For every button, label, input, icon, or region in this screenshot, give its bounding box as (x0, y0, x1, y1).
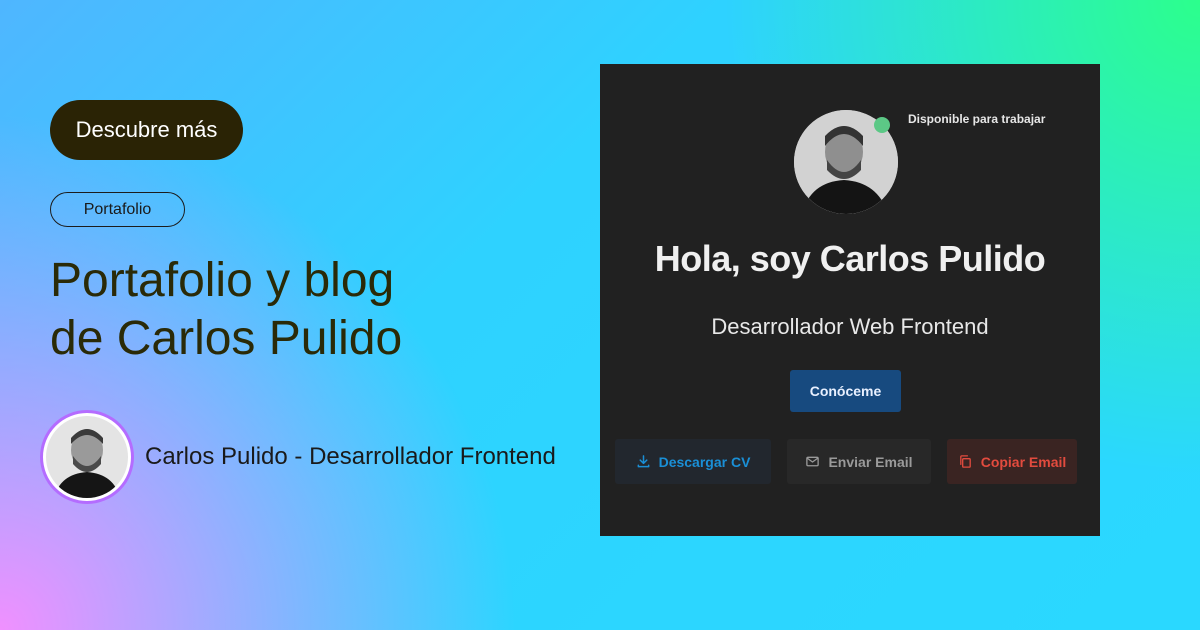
portfolio-preview-card: Disponible para trabajar Hola, soy Carlo… (600, 64, 1100, 536)
role-subtitle: Desarrollador Web Frontend (711, 314, 989, 339)
author-info: Carlos Pulido - Desarrollador Frontend (43, 413, 556, 501)
download-cv-button[interactable]: Descargar CV (615, 439, 771, 484)
greeting-heading: Hola, soy Carlos Pulido (654, 238, 1046, 279)
download-icon (637, 455, 649, 468)
download-cv-label: Descargar CV (658, 453, 751, 470)
title-line-2: de Carlos Pulido (50, 312, 403, 365)
send-email-button[interactable]: Enviar Email (787, 439, 931, 484)
about-me-button[interactable]: Conóceme (790, 370, 901, 412)
avatar (43, 413, 131, 501)
copy-email-button[interactable]: Copiar Email (947, 439, 1077, 484)
avatar-photo (46, 416, 128, 498)
title-line-1: Portafolio y blog (50, 254, 395, 307)
page-title: Portafolio y blog de Carlos Pulido (50, 252, 550, 368)
copy-icon (959, 455, 971, 468)
author-name: Carlos Pulido - Desarrollador Frontend (145, 443, 556, 470)
availability-status-text: Disponible para trabajar (908, 112, 1046, 126)
availability-status-dot (874, 117, 890, 133)
portfolio-tag: Portafolio (50, 192, 185, 227)
send-email-label: Enviar Email (828, 453, 913, 470)
mail-icon (806, 456, 820, 467)
copy-email-label: Copiar Email (980, 453, 1067, 470)
discover-more-button[interactable]: Descubre más (50, 100, 243, 160)
